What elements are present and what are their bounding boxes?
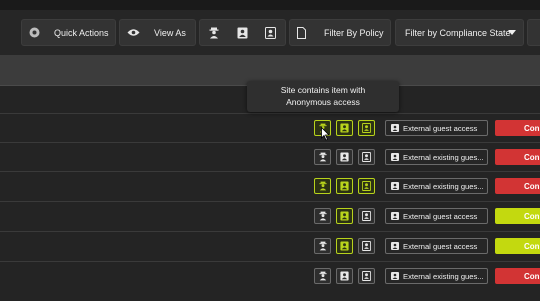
caret-down-icon xyxy=(508,30,516,35)
site-row: External existing gues... Con xyxy=(0,261,540,290)
anonymous-user-icon[interactable] xyxy=(209,27,219,39)
user-badge-icon xyxy=(391,182,399,190)
filter-by-policy-label: Filter By Policy xyxy=(324,27,384,38)
user-badge-icon xyxy=(391,153,399,161)
access-type-badge[interactable]: External guest access xyxy=(385,120,488,136)
external-existing-access-button[interactable] xyxy=(358,120,375,136)
compliance-status-button[interactable]: Con xyxy=(495,149,540,165)
user-badge-icon xyxy=(391,242,399,250)
access-type-badge[interactable]: External existing gues... xyxy=(385,178,488,194)
compliance-status-button[interactable]: Con xyxy=(495,268,540,284)
access-type-badge[interactable]: External existing gues... xyxy=(385,149,488,165)
external-existing-access-button[interactable] xyxy=(358,208,375,224)
external-user-icon xyxy=(340,241,349,251)
external-existing-user-icon xyxy=(362,241,371,251)
access-type-label: External existing gues... xyxy=(403,181,484,191)
user-badge-icon xyxy=(391,272,399,280)
external-existing-access-button[interactable] xyxy=(358,268,375,284)
view-as-button[interactable]: View As xyxy=(119,19,196,46)
external-user-icon xyxy=(340,123,349,133)
external-user-icon xyxy=(340,181,349,191)
site-row: External guest access Con xyxy=(0,231,540,260)
external-existing-access-button[interactable] xyxy=(358,178,375,194)
gear-circle-icon xyxy=(29,27,40,38)
anonymous-user-icon xyxy=(318,152,327,162)
eye-icon xyxy=(127,28,140,37)
access-type-badge[interactable]: External guest access xyxy=(385,238,488,254)
anonymous-user-icon xyxy=(318,181,327,191)
anonymous-access-button[interactable] xyxy=(314,149,331,165)
access-type-badge[interactable]: External existing gues... xyxy=(385,268,488,284)
external-access-button[interactable] xyxy=(336,208,353,224)
site-row: External guest access Con xyxy=(0,201,540,230)
access-type-label: External existing gues... xyxy=(403,271,484,281)
external-existing-user-icon xyxy=(362,211,371,221)
user-badge-icon xyxy=(391,212,399,220)
access-type-label: External guest access xyxy=(403,241,478,251)
view-as-label: View As xyxy=(154,27,186,38)
compliance-status-label: Con xyxy=(524,123,540,133)
toolbar: Quick Actions View As Filter By Policy F… xyxy=(0,10,540,55)
user-badge-icon xyxy=(391,124,399,132)
external-existing-user-icon xyxy=(362,181,371,191)
anonymous-access-button[interactable] xyxy=(314,178,331,194)
external-existing-access-button[interactable] xyxy=(358,238,375,254)
site-row: External existing gues... Con xyxy=(0,171,540,200)
anonymous-access-button[interactable] xyxy=(314,268,331,284)
filter-by-policy-button[interactable]: Filter By Policy xyxy=(289,19,391,46)
compliance-status-label: Con xyxy=(524,181,540,191)
external-existing-user-icon xyxy=(362,152,371,162)
document-icon xyxy=(297,27,306,39)
access-type-badge[interactable]: External guest access xyxy=(385,208,488,224)
compliance-status-label: Con xyxy=(524,271,540,281)
compliance-status-label: Con xyxy=(524,211,540,221)
external-access-button[interactable] xyxy=(336,268,353,284)
permission-filter-group xyxy=(199,19,286,46)
quick-actions-button[interactable]: Quick Actions xyxy=(21,19,116,46)
mouse-cursor-icon xyxy=(321,126,330,141)
quick-actions-label: Quick Actions xyxy=(54,27,109,38)
external-user-icon xyxy=(340,271,349,281)
top-strip xyxy=(0,0,540,10)
filter-by-compliance-button[interactable]: Filter by Compliance State xyxy=(395,19,524,46)
external-user-icon xyxy=(340,211,349,221)
compliance-status-button[interactable]: Con xyxy=(495,238,540,254)
anonymous-access-button[interactable] xyxy=(314,238,331,254)
filter-by-compliance-label: Filter by Compliance State xyxy=(405,27,511,38)
external-access-button[interactable] xyxy=(336,178,353,194)
site-row: External guest access Con xyxy=(0,113,540,142)
tooltip-line-2: Anonymous access xyxy=(286,97,360,107)
external-existing-user-icon xyxy=(362,271,371,281)
compliance-status-button[interactable]: Con xyxy=(495,178,540,194)
external-user-icon[interactable] xyxy=(237,27,248,39)
external-access-button[interactable] xyxy=(336,238,353,254)
external-existing-user-icon[interactable] xyxy=(265,27,276,39)
anonymous-user-icon xyxy=(318,241,327,251)
anonymous-user-icon xyxy=(318,211,327,221)
access-type-label: External existing gues... xyxy=(403,152,484,162)
external-existing-access-button[interactable] xyxy=(358,149,375,165)
anonymous-access-button[interactable] xyxy=(314,208,331,224)
compliance-status-button[interactable]: Con xyxy=(495,208,540,224)
compliance-status-label: Con xyxy=(524,241,540,251)
external-access-button[interactable] xyxy=(336,120,353,136)
tooltip-line-1: Site contains item with xyxy=(280,85,366,95)
compliance-status-button[interactable]: Con xyxy=(495,120,540,136)
anonymous-user-icon xyxy=(318,271,327,281)
access-type-label: External guest access xyxy=(403,211,478,221)
tooltip: Site contains item with Anonymous access xyxy=(247,81,399,112)
external-existing-user-icon xyxy=(362,123,371,133)
access-type-label: External guest access xyxy=(403,123,478,133)
toolbar-overflow-button[interactable] xyxy=(527,19,540,46)
site-row: External existing gues... Con xyxy=(0,142,540,171)
external-user-icon xyxy=(340,152,349,162)
compliance-status-label: Con xyxy=(524,152,540,162)
external-access-button[interactable] xyxy=(336,149,353,165)
